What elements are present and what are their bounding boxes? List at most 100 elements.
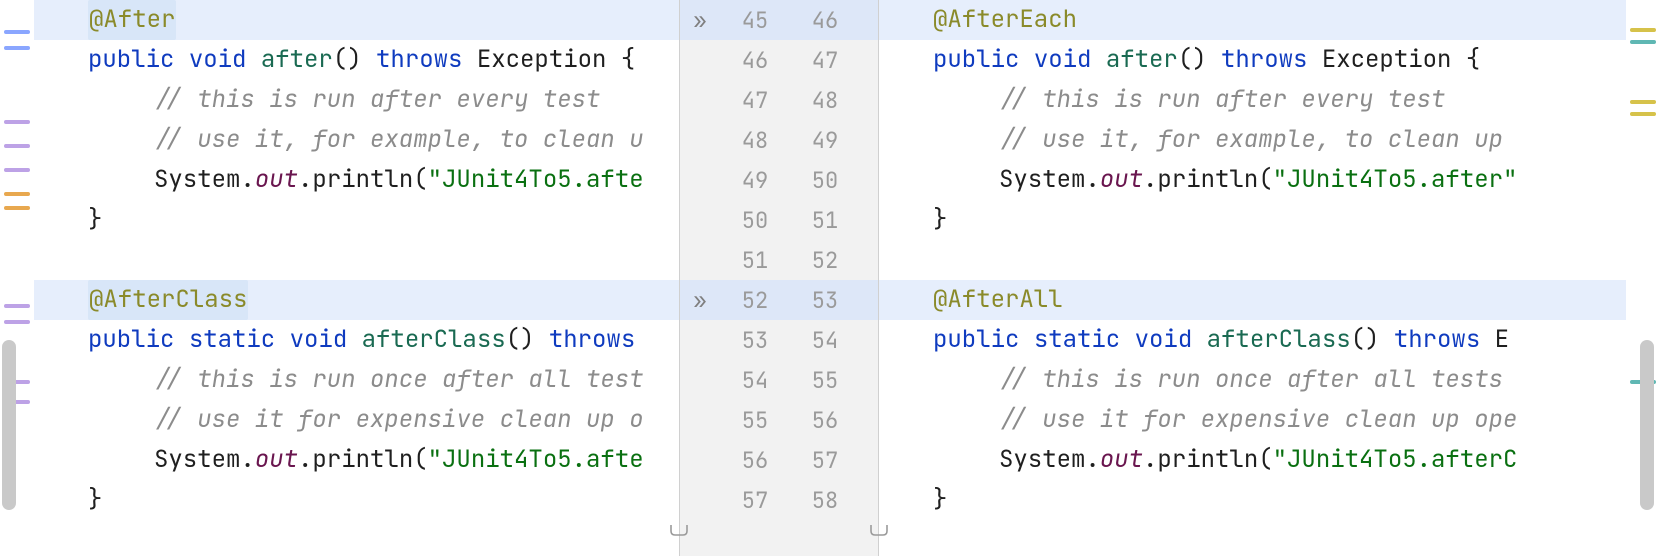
code-token: () — [506, 320, 549, 360]
right-code-line[interactable]: System.out.println("JUnit4To5.afterC — [879, 440, 1626, 480]
left-line-number: 54 — [720, 366, 790, 395]
left-pane[interactable]: @Afterpublic void after() throws Excepti… — [0, 0, 679, 556]
code-token: // this is run after every test — [154, 80, 600, 120]
gutter-row[interactable]: 5657 — [680, 440, 878, 480]
gutter-row[interactable]: 4950 — [680, 160, 878, 200]
right-line-number: 50 — [790, 166, 860, 195]
left-line-number: 50 — [720, 206, 790, 235]
right-line-number: 51 — [790, 206, 860, 235]
right-code-line[interactable]: // this is run once after all tests — [879, 360, 1626, 400]
change-marker[interactable] — [4, 206, 30, 210]
code-token: // use it, for example, to clean up — [999, 120, 1503, 160]
change-marker[interactable] — [4, 120, 30, 124]
line-number-gutter[interactable]: »4546464747484849495050515152»5253535454… — [679, 0, 879, 556]
left-code-line[interactable]: @After — [34, 0, 679, 40]
right-code-line[interactable]: // use it for expensive clean up ope — [879, 400, 1626, 440]
code-token: } — [88, 480, 102, 520]
right-line-number: 54 — [790, 326, 860, 355]
gutter-row[interactable]: 5051 — [680, 200, 878, 240]
left-line-number: 47 — [720, 86, 790, 115]
change-marker[interactable] — [1630, 28, 1656, 32]
right-line-number: 55 — [790, 366, 860, 395]
left-code-line[interactable]: System.out.println("JUnit4To5.afte — [34, 440, 679, 480]
change-marker[interactable] — [4, 46, 30, 50]
left-code-line[interactable] — [34, 240, 679, 280]
left-scrollbar[interactable] — [2, 340, 16, 510]
fold-marker-icon[interactable] — [670, 514, 688, 524]
left-code-line[interactable]: } — [34, 200, 679, 240]
code-token: out — [255, 440, 298, 480]
left-code-line[interactable]: // use it, for example, to clean u — [34, 120, 679, 160]
code-token: after — [1106, 40, 1178, 80]
left-code-line[interactable]: // this is run after every test — [34, 80, 679, 120]
change-marker[interactable] — [4, 168, 30, 172]
gutter-row[interactable]: 4748 — [680, 80, 878, 120]
gutter-row[interactable]: »5253 — [680, 280, 878, 320]
gutter-row[interactable]: »4546 — [680, 0, 878, 40]
code-token: throws — [1221, 40, 1322, 80]
code-token: "JUnit4To5.afte — [428, 160, 644, 200]
left-code-line[interactable]: public void after() throws Exception { — [34, 40, 679, 80]
right-pane[interactable]: @AfterEachpublic void after() throws Exc… — [879, 0, 1660, 556]
right-line-number: 57 — [790, 446, 860, 475]
code-token: E — [1495, 320, 1509, 360]
left-line-number: 55 — [720, 406, 790, 435]
gutter-row[interactable]: 5455 — [680, 360, 878, 400]
left-code-line[interactable]: } — [34, 480, 679, 520]
right-code-line[interactable]: } — [879, 480, 1626, 520]
left-code-line[interactable]: // use it for expensive clean up o — [34, 400, 679, 440]
left-code[interactable]: @Afterpublic void after() throws Excepti… — [34, 0, 679, 556]
diff-viewer: @Afterpublic void after() throws Excepti… — [0, 0, 1660, 556]
right-code-line[interactable]: @AfterAll — [879, 280, 1626, 320]
code-token: static — [1034, 320, 1135, 360]
gutter-row[interactable]: 4849 — [680, 120, 878, 160]
left-line-number: 51 — [720, 246, 790, 275]
left-code-line[interactable]: // this is run once after all test — [34, 360, 679, 400]
code-token: public — [933, 320, 1034, 360]
code-token: @AfterEach — [933, 0, 1077, 40]
code-token: out — [255, 160, 298, 200]
right-code-line[interactable]: } — [879, 200, 1626, 240]
left-line-number: 49 — [720, 166, 790, 195]
code-token: System. — [154, 160, 255, 200]
left-line-number: 46 — [720, 46, 790, 75]
change-marker[interactable] — [4, 304, 30, 308]
left-code-line[interactable]: @AfterClass — [34, 280, 679, 320]
code-token: after — [261, 40, 333, 80]
gutter-row[interactable]: 5758 — [680, 480, 878, 520]
right-code-line[interactable]: // use it, for example, to clean up — [879, 120, 1626, 160]
accept-change-icon[interactable]: » — [680, 6, 720, 35]
right-line-number: 46 — [790, 6, 860, 35]
right-line-number: 49 — [790, 126, 860, 155]
gutter-row[interactable]: 5556 — [680, 400, 878, 440]
left-code-line[interactable]: System.out.println("JUnit4To5.afte — [34, 160, 679, 200]
change-marker[interactable] — [1630, 100, 1656, 104]
change-marker[interactable] — [4, 144, 30, 148]
right-code-line[interactable]: public void after() throws Exception { — [879, 40, 1626, 80]
right-code[interactable]: @AfterEachpublic void after() throws Exc… — [879, 0, 1626, 556]
gutter-row[interactable]: 5354 — [680, 320, 878, 360]
code-token: .println( — [1143, 440, 1273, 480]
right-code-line[interactable]: public static void afterClass() throws E — [879, 320, 1626, 360]
right-code-line[interactable]: // this is run after every test — [879, 80, 1626, 120]
left-code-line[interactable]: public static void afterClass() throws — [34, 320, 679, 360]
change-marker[interactable] — [1630, 112, 1656, 116]
right-scrollbar[interactable] — [1640, 340, 1654, 510]
change-marker[interactable] — [1630, 40, 1656, 44]
code-token: "JUnit4To5.after" — [1273, 160, 1518, 200]
right-code-line[interactable]: System.out.println("JUnit4To5.after" — [879, 160, 1626, 200]
code-token: System. — [999, 440, 1100, 480]
change-marker[interactable] — [4, 30, 30, 34]
code-token: } — [933, 480, 947, 520]
left-line-number: 57 — [720, 486, 790, 515]
code-token: System. — [999, 160, 1100, 200]
change-marker[interactable] — [4, 320, 30, 324]
change-marker[interactable] — [4, 192, 30, 196]
accept-change-icon[interactable]: » — [680, 286, 720, 315]
right-code-line[interactable]: @AfterEach — [879, 0, 1626, 40]
code-token: // this is run once after all tests — [999, 360, 1503, 400]
code-token: .println( — [298, 440, 428, 480]
gutter-row[interactable]: 4647 — [680, 40, 878, 80]
right-code-line[interactable] — [879, 240, 1626, 280]
gutter-row[interactable]: 5152 — [680, 240, 878, 280]
